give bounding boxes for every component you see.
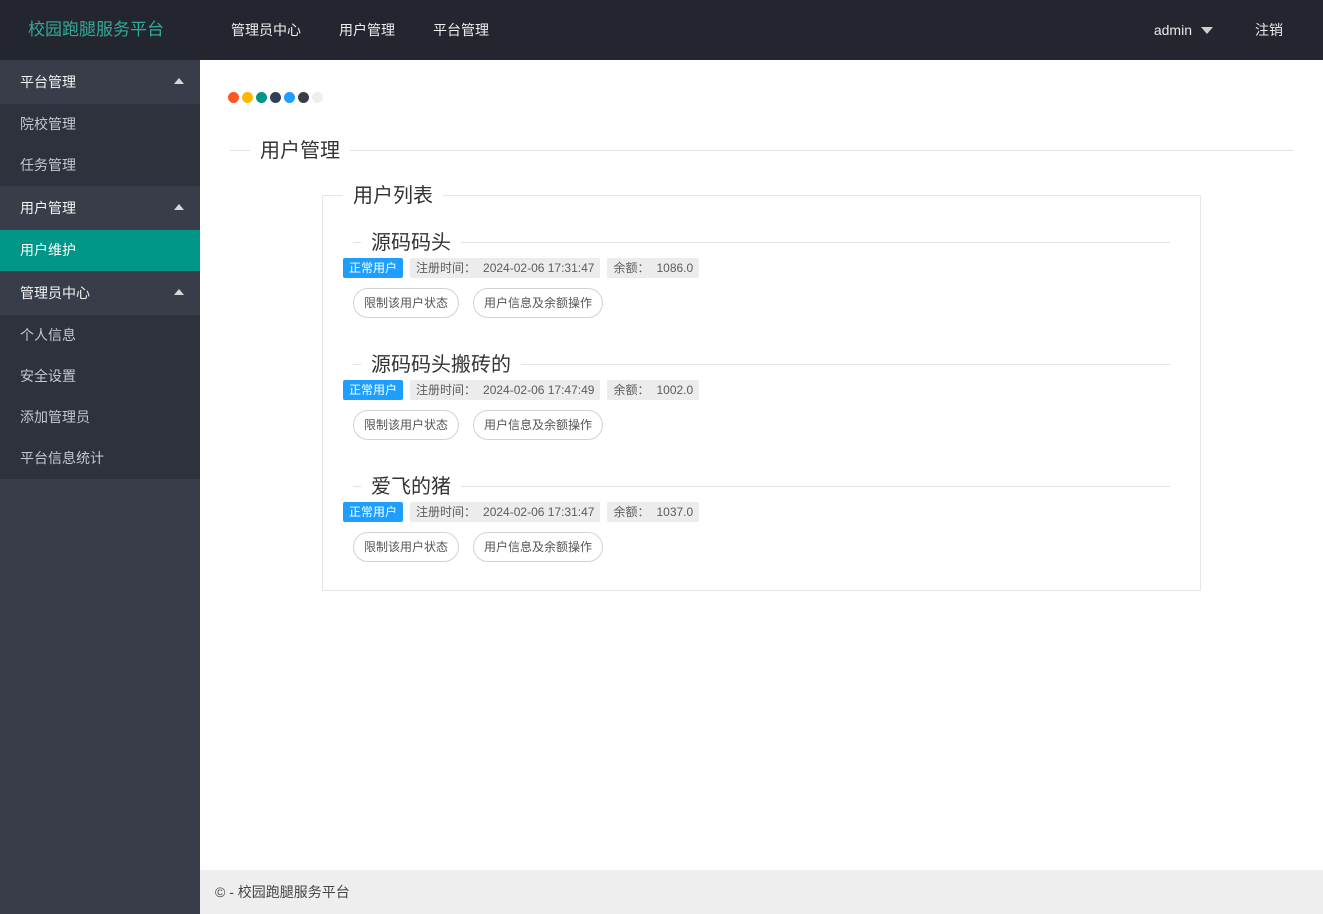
sidebar-header-platform-mgmt[interactable]: 平台管理 <box>0 60 200 104</box>
restrict-user-button[interactable]: 限制该用户状态 <box>353 410 460 440</box>
user-card: 源码码头 正常用户 注册时间： 2024-02-06 17:31:47 余额： 10… <box>343 229 1170 318</box>
page-title: 用户管理 <box>250 137 350 165</box>
content-column: 用户管理 用户列表 源码码头 正常用户 注册时间： 2024-02-06 17:3… <box>200 60 1323 914</box>
palette-dot <box>228 92 239 103</box>
user-balance-badge: 余额： 1037.0 <box>607 502 700 522</box>
sidebar-item-security-settings[interactable]: 安全设置 <box>0 356 200 397</box>
user-balance-badge: 余额： 1002.0 <box>607 380 700 400</box>
user-list-panel: 用户列表 源码码头 正常用户 注册时间： 2024-02-06 17:31:47 … <box>322 182 1201 591</box>
user-badge-row: 正常用户 注册时间： 2024-02-06 17:31:47 余额： 1086.0 <box>343 258 1170 278</box>
sidebar-header-label: 用户管理 <box>20 200 76 216</box>
page-title-field: 用户管理 <box>230 137 1293 165</box>
palette-dot <box>256 92 267 103</box>
main-row: 平台管理 院校管理 任务管理 用户管理 用户维护 管理员中心 个人信息 安全设置 添加… <box>0 60 1323 914</box>
palette-dot <box>284 92 295 103</box>
user-action-row: 限制该用户状态 用户信息及余额操作 <box>353 410 1170 440</box>
top-nav-menu: 管理员中心 用户管理 平台管理 <box>212 0 508 60</box>
palette-dots <box>228 92 1323 103</box>
user-action-row: 限制该用户状态 用户信息及余额操作 <box>353 288 1170 318</box>
palette-dot <box>312 92 323 103</box>
caret-up-icon <box>174 78 184 84</box>
user-status-badge: 正常用户 <box>343 502 404 522</box>
user-badge-row: 正常用户 注册时间： 2024-02-06 17:31:47 余额： 1037.0 <box>343 502 1170 522</box>
sidebar-header-label: 平台管理 <box>20 74 76 90</box>
regtime-label: 注册时间： <box>416 261 477 275</box>
panel-title: 用户列表 <box>343 182 443 210</box>
user-status-badge: 正常用户 <box>343 258 404 278</box>
regtime-value: 2024-02-06 17:31:47 <box>483 505 595 519</box>
sidebar-header-label: 管理员中心 <box>20 285 90 301</box>
nav-item-platform-mgmt[interactable]: 平台管理 <box>414 0 508 60</box>
user-info-balance-button[interactable]: 用户信息及余额操作 <box>473 288 604 318</box>
user-info-balance-button[interactable]: 用户信息及余额操作 <box>473 410 604 440</box>
sidebar-section: 平台管理 院校管理 任务管理 <box>0 60 200 186</box>
user-action-row: 限制该用户状态 用户信息及余额操作 <box>353 532 1170 562</box>
balance-label: 余额： <box>613 261 650 275</box>
main-content: 用户管理 用户列表 源码码头 正常用户 注册时间： 2024-02-06 17:3… <box>200 60 1323 870</box>
logout-link[interactable]: 注销 <box>1241 0 1297 60</box>
page-footer: © - 校园跑腿服务平台 <box>200 870 1323 914</box>
user-regtime-badge: 注册时间： 2024-02-06 17:31:47 <box>410 502 601 522</box>
user-info-balance-button[interactable]: 用户信息及余额操作 <box>473 532 604 562</box>
user-regtime-badge: 注册时间： 2024-02-06 17:47:49 <box>410 380 601 400</box>
user-badge-row: 正常用户 注册时间： 2024-02-06 17:47:49 余额： 1002.0 <box>343 380 1170 400</box>
user-name: 源码码头搬砖的 <box>361 351 521 379</box>
sidebar-subgroup: 个人信息 安全设置 添加管理员 平台信息统计 <box>0 315 200 479</box>
user-balance-badge: 余额： 1086.0 <box>607 258 700 278</box>
user-status-badge: 正常用户 <box>343 380 404 400</box>
sidebar-section: 管理员中心 个人信息 安全设置 添加管理员 平台信息统计 <box>0 271 200 479</box>
sidebar-item-platform-stats[interactable]: 平台信息统计 <box>0 438 200 479</box>
balance-label: 余额： <box>613 383 650 397</box>
sidebar-subgroup: 用户维护 <box>0 230 200 271</box>
admin-username: admin <box>1153 22 1192 38</box>
palette-dot <box>242 92 253 103</box>
balance-label: 余额： <box>613 505 650 519</box>
brand-logo[interactable]: 校园跑腿服务平台 <box>0 0 200 60</box>
palette-dot <box>298 92 309 103</box>
palette-dot <box>270 92 281 103</box>
caret-down-icon <box>1201 26 1213 34</box>
sidebar: 平台管理 院校管理 任务管理 用户管理 用户维护 管理员中心 个人信息 安全设置 添加… <box>0 60 200 914</box>
sidebar-item-user-maintenance[interactable]: 用户维护 <box>0 230 200 271</box>
restrict-user-button[interactable]: 限制该用户状态 <box>353 288 460 318</box>
sidebar-subgroup: 院校管理 任务管理 <box>0 104 200 186</box>
user-card-list: 源码码头 正常用户 注册时间： 2024-02-06 17:31:47 余额： 10… <box>343 229 1180 562</box>
user-card: 爱飞的猪 正常用户 注册时间： 2024-02-06 17:31:47 余额： 10… <box>343 473 1170 562</box>
admin-user-dropdown[interactable]: admin <box>1134 0 1233 60</box>
sidebar-item-add-admin[interactable]: 添加管理员 <box>0 397 200 438</box>
balance-value: 1086.0 <box>656 261 694 275</box>
regtime-label: 注册时间： <box>416 505 477 519</box>
user-regtime-badge: 注册时间： 2024-02-06 17:31:47 <box>410 258 601 278</box>
sidebar-header-user-mgmt[interactable]: 用户管理 <box>0 186 200 230</box>
navbar-right: admin 注销 <box>1134 0 1323 60</box>
regtime-label: 注册时间： <box>416 383 477 397</box>
sidebar-item-task-mgmt[interactable]: 任务管理 <box>0 145 200 186</box>
regtime-value: 2024-02-06 17:47:49 <box>483 383 595 397</box>
caret-up-icon <box>174 204 184 210</box>
sidebar-section: 用户管理 用户维护 <box>0 186 200 271</box>
user-name: 爱飞的猪 <box>361 473 461 501</box>
user-name: 源码码头 <box>361 229 461 257</box>
nav-item-user-mgmt[interactable]: 用户管理 <box>320 0 414 60</box>
caret-up-icon <box>174 289 184 295</box>
restrict-user-button[interactable]: 限制该用户状态 <box>353 532 460 562</box>
copyright-text: © - 校园跑腿服务平台 <box>215 884 350 900</box>
top-navbar: 校园跑腿服务平台 管理员中心 用户管理 平台管理 admin 注销 <box>0 0 1323 60</box>
regtime-value: 2024-02-06 17:31:47 <box>483 261 595 275</box>
sidebar-header-admin-center[interactable]: 管理员中心 <box>0 271 200 315</box>
balance-value: 1037.0 <box>656 505 694 519</box>
nav-item-admin-center[interactable]: 管理员中心 <box>212 0 320 60</box>
user-card: 源码码头搬砖的 正常用户 注册时间： 2024-02-06 17:47:49 余额… <box>343 351 1170 440</box>
sidebar-item-personal-info[interactable]: 个人信息 <box>0 315 200 356</box>
sidebar-item-school-mgmt[interactable]: 院校管理 <box>0 104 200 145</box>
balance-value: 1002.0 <box>656 383 694 397</box>
